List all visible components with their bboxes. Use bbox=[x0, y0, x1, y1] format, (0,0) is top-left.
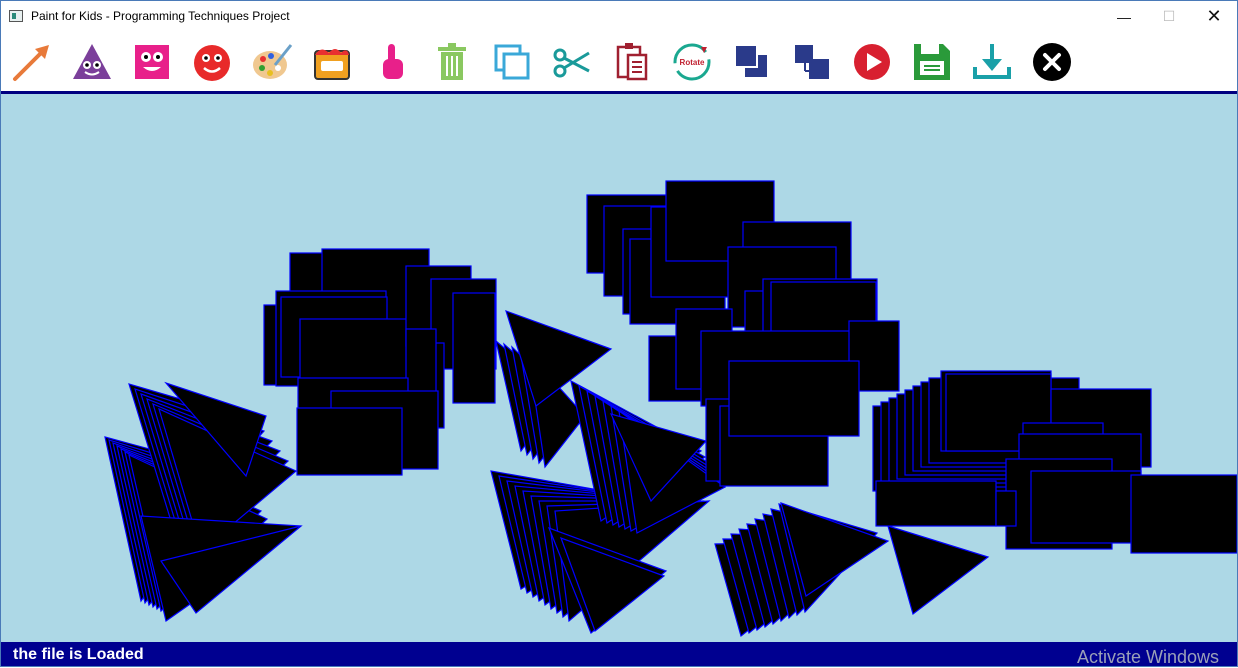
title-bar: Paint for Kids - Programming Techniques … bbox=[1, 1, 1237, 32]
cut-button[interactable] bbox=[551, 41, 593, 83]
bring-front-icon bbox=[734, 44, 767, 77]
toolbar: Rotate bbox=[1, 32, 1237, 91]
paint-bucket-icon bbox=[314, 49, 350, 80]
rectangle-figure[interactable] bbox=[995, 490, 1017, 527]
minimize-icon: — bbox=[1117, 8, 1131, 25]
close-icon: ✕ bbox=[1206, 6, 1222, 26]
rectangle-figure[interactable] bbox=[728, 360, 860, 437]
rectangle-figure[interactable] bbox=[452, 292, 496, 404]
app-icon bbox=[9, 10, 23, 22]
triangle-face-icon bbox=[73, 44, 111, 79]
paste-button[interactable] bbox=[611, 41, 653, 83]
circle-tool-button[interactable] bbox=[191, 41, 233, 83]
close-window-button[interactable]: ✕ bbox=[1191, 1, 1237, 32]
load-button[interactable] bbox=[971, 41, 1013, 83]
rectangle-tool-button[interactable] bbox=[131, 41, 173, 83]
rectangle-figure[interactable] bbox=[875, 480, 997, 527]
floppy-save-icon bbox=[914, 44, 950, 80]
drawing-canvas[interactable] bbox=[1, 94, 1237, 642]
app-window: Paint for Kids - Programming Techniques … bbox=[0, 0, 1238, 667]
trash-icon bbox=[438, 43, 466, 80]
rotate-button[interactable]: Rotate bbox=[671, 41, 713, 83]
rectangle-figure[interactable] bbox=[1030, 470, 1142, 544]
shapes-layer[interactable] bbox=[1, 94, 1237, 642]
rectangle-figure[interactable] bbox=[1130, 474, 1237, 554]
minimize-button[interactable]: — bbox=[1101, 1, 1147, 32]
color-palette-button[interactable] bbox=[251, 41, 293, 83]
status-bar: the file is Loaded Activate Windows bbox=[1, 642, 1237, 667]
fill-bucket-button[interactable] bbox=[311, 41, 353, 83]
save-button[interactable] bbox=[911, 41, 953, 83]
square-face-icon bbox=[135, 45, 169, 79]
play-icon bbox=[854, 44, 890, 80]
activation-watermark: Activate Windows bbox=[1076, 647, 1219, 667]
exit-button[interactable] bbox=[1031, 41, 1073, 83]
clipboard-icon bbox=[616, 43, 648, 81]
window-title: Paint for Kids - Programming Techniques … bbox=[31, 9, 290, 23]
maximize-button[interactable]: ☐ bbox=[1146, 1, 1192, 32]
copy-button[interactable] bbox=[491, 41, 533, 83]
send-to-back-button[interactable] bbox=[791, 41, 833, 83]
send-back-icon bbox=[795, 45, 829, 79]
exit-x-icon bbox=[1033, 43, 1071, 81]
circle-face-icon bbox=[194, 45, 230, 81]
copy-icon bbox=[494, 44, 530, 80]
status-message: the file is Loaded bbox=[13, 646, 144, 663]
triangle-tool-button[interactable] bbox=[71, 41, 113, 83]
line-tool-button[interactable] bbox=[11, 41, 53, 83]
bring-to-front-button[interactable] bbox=[731, 41, 773, 83]
delete-button[interactable] bbox=[431, 41, 473, 83]
rotate-icon: Rotate bbox=[673, 43, 711, 81]
palette-icon bbox=[253, 44, 293, 79]
pointer-finger-icon bbox=[383, 44, 403, 79]
select-button[interactable] bbox=[371, 41, 413, 83]
rectangle-figure[interactable] bbox=[296, 407, 403, 476]
triangle-figure[interactable] bbox=[887, 525, 990, 616]
arrow-icon bbox=[13, 45, 49, 81]
play-mode-button[interactable] bbox=[851, 41, 893, 83]
scissors-icon bbox=[553, 48, 590, 78]
rotate-label: Rotate bbox=[680, 58, 705, 67]
maximize-icon: ☐ bbox=[1162, 8, 1176, 24]
download-icon bbox=[973, 44, 1011, 79]
